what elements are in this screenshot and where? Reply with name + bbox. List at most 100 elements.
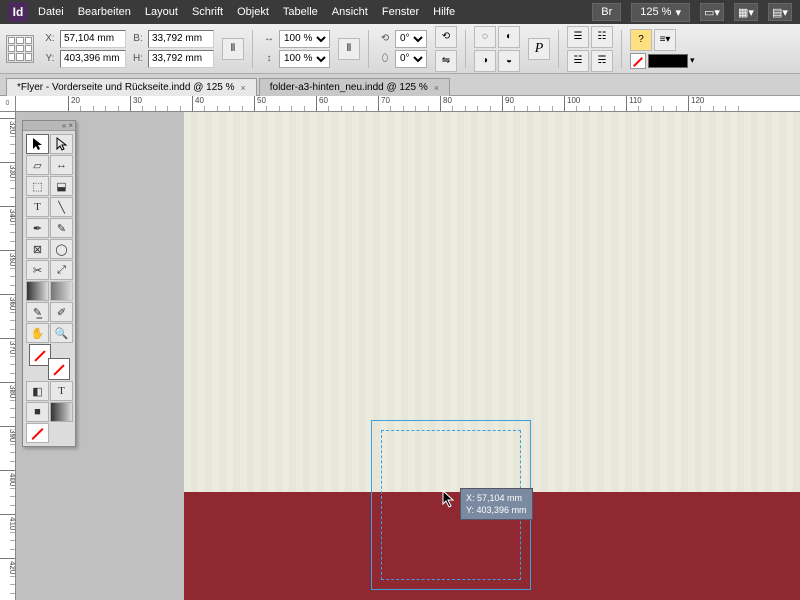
tab-label: *Flyer - Vorderseite und Rückseite.indd …	[17, 82, 234, 93]
y-input[interactable]	[60, 50, 126, 68]
zoom-select[interactable]: 125 % ▾	[631, 3, 690, 22]
menu-datei[interactable]: Datei	[38, 6, 64, 18]
scale-y-icon: ↕	[261, 51, 277, 67]
stroke-weight-icon[interactable]: ≡▾	[654, 29, 676, 51]
tip-y-value: 403,396 mm	[477, 505, 527, 515]
character-panel-icon[interactable]: P	[528, 38, 550, 60]
tip-x-label: X:	[466, 493, 475, 503]
apply-gradient-icon[interactable]	[50, 402, 73, 422]
hand-tool[interactable]: ✋	[26, 323, 49, 343]
collapse-icon[interactable]: «	[62, 121, 66, 130]
scale-x-select[interactable]: 100 %	[279, 30, 330, 48]
apply-color-icon[interactable]: ■	[26, 402, 49, 422]
menu-fenster[interactable]: Fenster	[382, 6, 419, 18]
zoom-value: 125 %	[640, 6, 671, 18]
workspace-icon[interactable]: ▤▾	[768, 3, 792, 21]
stroke-color-swatch[interactable]	[648, 54, 688, 68]
y-label: Y:	[42, 51, 58, 67]
flip-icon[interactable]: ⇋	[435, 50, 457, 72]
w-label: B:	[130, 31, 146, 47]
align-3-icon[interactable]: ☱	[567, 50, 589, 72]
canvas[interactable]: X: 57,104 mm Y: 403,396 mm	[16, 112, 800, 600]
rotate-ccw-icon[interactable]: ⟲	[435, 26, 457, 48]
content-collector-tool[interactable]: ⬚	[26, 176, 49, 196]
rotate-select[interactable]: 0°	[395, 30, 427, 48]
selection-tool[interactable]	[26, 134, 49, 154]
line-tool[interactable]: ╲	[50, 197, 73, 217]
tab-label: folder-a3-hinten_neu.indd @ 125 %	[270, 82, 428, 93]
app-logo: Id	[8, 2, 28, 22]
constrain-scale-icon[interactable]: ⦀	[338, 38, 360, 60]
vertical-ruler[interactable]: 320330340350360370380390400410420430	[0, 112, 16, 600]
menu-layout[interactable]: Layout	[145, 6, 178, 18]
tip-x-value: 57,104 mm	[477, 493, 522, 503]
width-input[interactable]	[148, 30, 214, 48]
scale-x-icon: ↔	[261, 31, 277, 47]
help-icon[interactable]: ?	[630, 29, 652, 51]
pencil-tool[interactable]: ✎	[50, 218, 73, 238]
screen-mode-icon[interactable]: ▭▾	[700, 3, 724, 21]
content-placer-tool[interactable]: ⬓	[50, 176, 73, 196]
pathfinder-4-icon[interactable]: ◒	[498, 50, 520, 72]
pen-tool[interactable]: ✒	[26, 218, 49, 238]
gradient-feather-tool[interactable]	[50, 281, 73, 301]
gap-tool[interactable]: ↔	[50, 155, 73, 175]
menu-bearbeiten[interactable]: Bearbeiten	[78, 6, 131, 18]
dropdown-icon[interactable]: ▾	[690, 55, 695, 66]
menu-tabelle[interactable]: Tabelle	[283, 6, 318, 18]
close-icon[interactable]: ×	[240, 83, 245, 93]
close-icon[interactable]: ×	[434, 83, 439, 93]
ruler-origin[interactable]: 0	[0, 96, 16, 112]
tab-folder[interactable]: folder-a3-hinten_neu.indd @ 125 % ×	[259, 78, 450, 96]
horizontal-ruler[interactable]: 2030405060708090100110120	[16, 96, 800, 112]
rotate-icon: ⟲	[377, 31, 393, 47]
cursor-icon	[442, 490, 456, 508]
shear-icon: ⬯	[377, 51, 393, 67]
pathfinder-3-icon[interactable]: ◑	[474, 50, 496, 72]
menu-ansicht[interactable]: Ansicht	[332, 6, 368, 18]
bridge-button[interactable]: Br	[592, 3, 621, 21]
apply-none-icon[interactable]	[26, 423, 49, 443]
menu-hilfe[interactable]: Hilfe	[433, 6, 455, 18]
shear-select[interactable]: 0°	[395, 50, 427, 68]
scissors-tool[interactable]: ✂	[26, 260, 49, 280]
x-input[interactable]	[60, 30, 126, 48]
toolbox-panel[interactable]: «× ▱ ↔ ⬚ ⬓ T ╲ ✒ ✎ ⊠ ◯ ✂ ⤢ ✎̲ ✐ ✋ 🔍 ◧ T …	[22, 120, 76, 447]
pathfinder-2-icon[interactable]: ◐	[498, 26, 520, 48]
page-tool[interactable]: ▱	[26, 155, 49, 175]
align-4-icon[interactable]: ☴	[591, 50, 613, 72]
constrain-wh-icon[interactable]: ⦀	[222, 38, 244, 60]
cursor-coord-tooltip: X: 57,104 mm Y: 403,396 mm	[460, 488, 533, 520]
arrange-icon[interactable]: ▦▾	[734, 3, 758, 21]
tip-y-label: Y:	[466, 505, 474, 515]
menu-objekt[interactable]: Objekt	[237, 6, 269, 18]
workspace: 0 2030405060708090100110120 320330340350…	[0, 96, 800, 600]
rectangle-frame-tool[interactable]: ⊠	[26, 239, 49, 259]
gradient-swatch-tool[interactable]	[26, 281, 49, 301]
apply-color-box-icon[interactable]: ◧	[26, 381, 49, 401]
close-icon[interactable]: ×	[68, 121, 73, 130]
ellipse-tool[interactable]: ◯	[50, 239, 73, 259]
apply-color-text-icon[interactable]: T	[50, 381, 73, 401]
direct-selection-tool[interactable]	[50, 134, 73, 154]
control-bar: X: B: Y: H: ⦀ ↔100 % ↕100 % ⦀ ⟲0° ⬯0° ⟲ …	[0, 24, 800, 74]
scale-y-select[interactable]: 100 %	[279, 50, 330, 68]
eyedropper-tool[interactable]: ✐	[50, 302, 73, 322]
height-input[interactable]	[148, 50, 214, 68]
free-transform-tool[interactable]: ⤢	[50, 260, 73, 280]
align-1-icon[interactable]: ☰	[567, 26, 589, 48]
app-titlebar: Id Datei Bearbeiten Layout Schrift Objek…	[0, 0, 800, 24]
x-label: X:	[42, 31, 58, 47]
zoom-tool[interactable]: 🔍	[50, 323, 73, 343]
reference-point-grid[interactable]	[6, 35, 34, 63]
fill-none-icon[interactable]	[630, 53, 646, 69]
tab-flyer[interactable]: *Flyer - Vorderseite und Rückseite.indd …	[6, 78, 257, 96]
note-tool[interactable]: ✎̲	[26, 302, 49, 322]
menu-schrift[interactable]: Schrift	[192, 6, 223, 18]
type-tool[interactable]: T	[26, 197, 49, 217]
position-fields: X: B: Y: H:	[42, 30, 214, 68]
align-2-icon[interactable]: ☷	[591, 26, 613, 48]
pathfinder-1-icon[interactable]: ◌	[474, 26, 496, 48]
main-menu: Datei Bearbeiten Layout Schrift Objekt T…	[38, 6, 455, 18]
fill-stroke-swatches[interactable]	[26, 344, 73, 380]
